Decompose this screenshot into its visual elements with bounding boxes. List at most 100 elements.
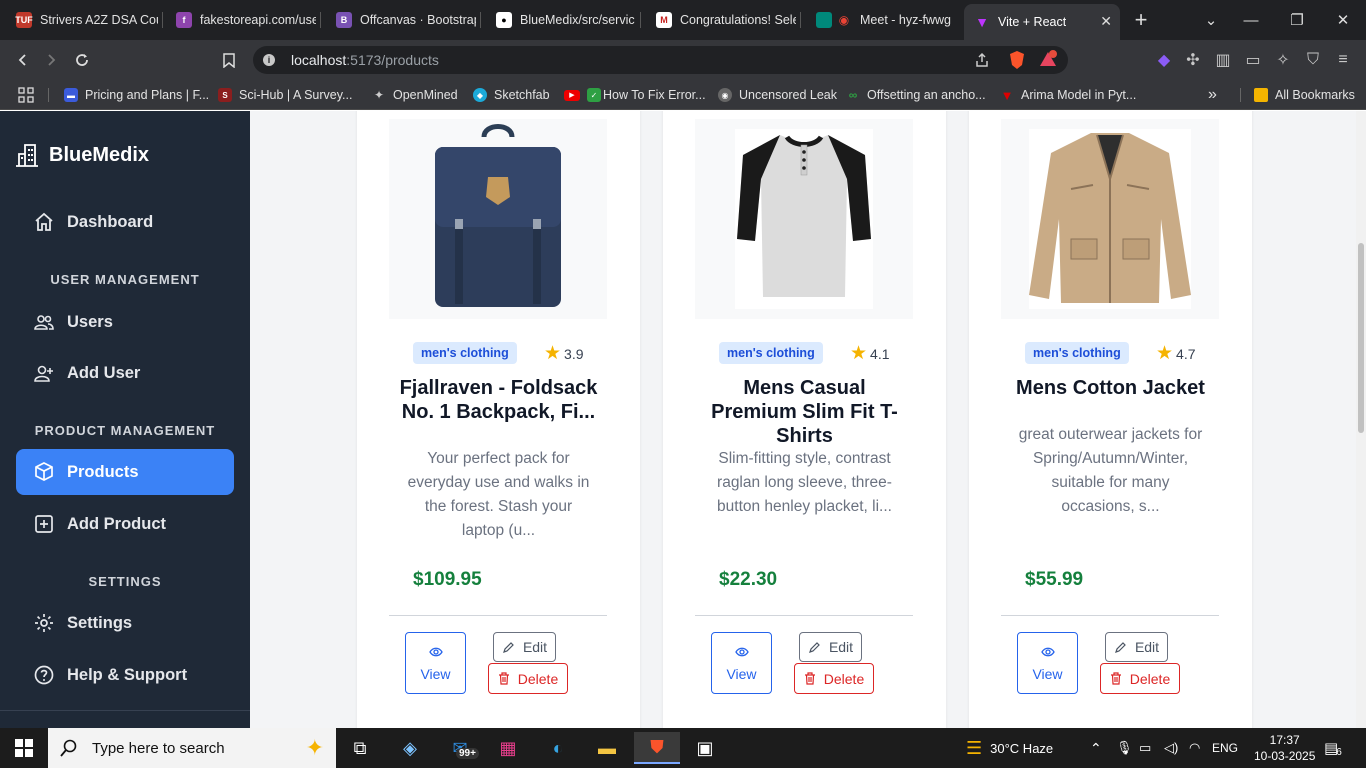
- task-view-icon[interactable]: ⧉: [340, 732, 380, 764]
- sidebar-item-label: Help & Support: [67, 665, 188, 684]
- tab-vite-react[interactable]: ▼ Vite + React ✕: [964, 4, 1120, 40]
- edit-button[interactable]: Edit: [1105, 632, 1168, 662]
- microphone-icon[interactable]: 🎙︎: [1116, 728, 1133, 768]
- sidebar-item-users[interactable]: Users: [16, 299, 234, 345]
- geeksforgeeks-favicon-icon: ∞: [848, 88, 858, 102]
- microsoft-store-icon[interactable]: ▦: [488, 732, 528, 764]
- more-bookmarks-chevron-icon[interactable]: »: [1208, 85, 1217, 105]
- brave-taskbar-icon[interactable]: ⛊: [634, 732, 680, 764]
- mail-icon[interactable]: ✉99+: [440, 732, 480, 764]
- all-bookmarks-label: All Bookmarks: [1275, 88, 1355, 102]
- copilot-icon[interactable]: ◈: [390, 732, 430, 764]
- product-image[interactable]: [389, 119, 607, 319]
- apps-grid-icon[interactable]: [18, 85, 34, 105]
- product-image[interactable]: [1001, 119, 1219, 319]
- scrollbar-thumb[interactable]: [1358, 243, 1364, 433]
- pricing-favicon-icon: ▬: [64, 88, 78, 102]
- bookmark-label: OpenMined: [393, 88, 458, 102]
- sidebar-toggle-icon[interactable]: ▥: [1210, 48, 1236, 72]
- delete-button[interactable]: Delete: [488, 663, 568, 694]
- sidebar-item-products[interactable]: Products: [16, 449, 234, 495]
- tab-github[interactable]: ● BlueMedix/src/servic: [486, 5, 636, 35]
- delete-button[interactable]: Delete: [794, 663, 874, 694]
- bookmark-offsetting[interactable]: ∞ Offsetting an ancho...: [846, 85, 986, 105]
- tab-bootstrap[interactable]: B Offcanvas · Bootstrap: [326, 5, 476, 35]
- wifi-icon[interactable]: ◠: [1189, 728, 1200, 768]
- bookmark-youtube[interactable]: ▶: [564, 85, 587, 105]
- brave-rewards-icon[interactable]: [1038, 50, 1058, 73]
- view-button[interactable]: View: [405, 632, 466, 694]
- new-tab-icon[interactable]: +: [1118, 0, 1164, 40]
- bookmark-label: Pricing and Plans | F...: [85, 88, 210, 102]
- vpn-shield-icon[interactable]: ⛉: [1300, 48, 1326, 72]
- close-window-icon[interactable]: ✕: [1320, 0, 1366, 40]
- bookmark-icon[interactable]: [216, 48, 242, 72]
- weather-widget[interactable]: ☰ 30°C Haze: [966, 728, 1053, 768]
- windows-start-icon[interactable]: [4, 732, 44, 764]
- leo-ai-icon[interactable]: ◆: [1151, 48, 1177, 72]
- minimize-icon[interactable]: —: [1228, 0, 1274, 40]
- language-indicator[interactable]: ENG: [1212, 728, 1238, 768]
- sidebar-item-settings[interactable]: Settings: [16, 600, 234, 646]
- show-hidden-icons-chevron-icon[interactable]: ⌃: [1090, 728, 1102, 768]
- bookmark-arima[interactable]: ▼ Arima Model in Pyt...: [1000, 85, 1137, 105]
- arima-favicon-icon: ▼: [1000, 87, 1014, 103]
- bookmark-sketchfab[interactable]: ◆ Sketchfab: [473, 85, 550, 105]
- tab-fakestoreapi[interactable]: f fakestoreapi.com/use: [166, 5, 316, 35]
- maximize-icon[interactable]: ❐: [1274, 0, 1320, 40]
- rating: ★ 3.9: [544, 344, 584, 363]
- view-button[interactable]: View: [711, 632, 772, 694]
- file-explorer-icon[interactable]: ▬: [587, 732, 627, 764]
- page-scrollbar[interactable]: [1356, 111, 1366, 728]
- battery-icon[interactable]: ▭: [1139, 728, 1151, 768]
- divider: [1001, 615, 1219, 616]
- url-host: localhost: [291, 52, 347, 68]
- forward-icon[interactable]: [38, 48, 64, 72]
- product-price: $22.30: [719, 569, 778, 590]
- bookmark-fix-error[interactable]: ✓ How To Fix Error...: [587, 85, 706, 105]
- bookmark-openmined[interactable]: ✦ OpenMined: [372, 85, 458, 105]
- tab-separator: [800, 12, 801, 28]
- site-info-icon[interactable]: i: [263, 54, 275, 66]
- tab-meet[interactable]: ◉ Meet - hyz-fwwg: [806, 5, 956, 35]
- view-button[interactable]: View: [1017, 632, 1078, 694]
- notification-center-icon[interactable]: ▤ 6: [1324, 728, 1342, 768]
- edit-button[interactable]: Edit: [493, 632, 556, 662]
- menu-icon[interactable]: ≡: [1330, 48, 1356, 72]
- extensions-icon[interactable]: ✣: [1180, 48, 1206, 72]
- view-label: View: [420, 666, 451, 682]
- taskbar-search-input[interactable]: Type here to search ✦: [48, 728, 336, 768]
- clock[interactable]: 17:37 10-03-2025: [1254, 728, 1315, 768]
- reload-icon[interactable]: [69, 48, 95, 72]
- wallet-icon[interactable]: ▭: [1240, 48, 1266, 72]
- back-icon[interactable]: [10, 48, 36, 72]
- tab-strivers[interactable]: TUF Strivers A2Z DSA Cou: [6, 5, 158, 35]
- tab-title: Congratulations! Sele: [680, 13, 796, 27]
- sidebar-item-add-product[interactable]: Add Product: [16, 501, 234, 547]
- bookmark-scihub[interactable]: S Sci-Hub | A Survey...: [218, 85, 352, 105]
- brand-logo[interactable]: BlueMedix: [14, 142, 149, 168]
- tab-gmail[interactable]: M Congratulations! Sele: [646, 5, 796, 35]
- tab-title: BlueMedix/src/servic: [520, 13, 635, 27]
- product-card: men's clothing ★ 4.1 Mens Casual Premium…: [663, 111, 946, 728]
- edit-button[interactable]: Edit: [799, 632, 862, 662]
- sidebar-item-add-user[interactable]: Add User: [16, 350, 234, 396]
- sidebar-item-dashboard[interactable]: Dashboard: [16, 199, 234, 245]
- product-image[interactable]: [695, 119, 913, 319]
- address-bar[interactable]: i localhost:5173/products: [253, 46, 1068, 74]
- plus-square-icon: [35, 515, 53, 533]
- speaker-icon[interactable]: ◁): [1164, 728, 1178, 768]
- close-tab-icon[interactable]: ✕: [1100, 13, 1112, 30]
- bookmark-pricing[interactable]: ▬ Pricing and Plans | F...: [64, 85, 209, 105]
- terminal-app-icon[interactable]: ▣: [685, 732, 725, 764]
- delete-button[interactable]: Delete: [1100, 663, 1180, 694]
- all-bookmarks[interactable]: All Bookmarks: [1254, 85, 1355, 105]
- bookmark-uncensored-leak[interactable]: ◉ Uncensored Leak: [718, 85, 837, 105]
- leo-star-icon[interactable]: ✧: [1270, 48, 1296, 72]
- bookmarks-bar: ▬ Pricing and Plans | F... S Sci-Hub | A…: [0, 80, 1366, 110]
- share-icon[interactable]: [974, 52, 990, 73]
- jacket-image-icon: [1029, 129, 1191, 309]
- sidebar-item-help[interactable]: Help & Support: [16, 652, 234, 698]
- edge-browser-icon[interactable]: ◐: [538, 732, 578, 764]
- brave-shields-icon[interactable]: [1008, 50, 1026, 75]
